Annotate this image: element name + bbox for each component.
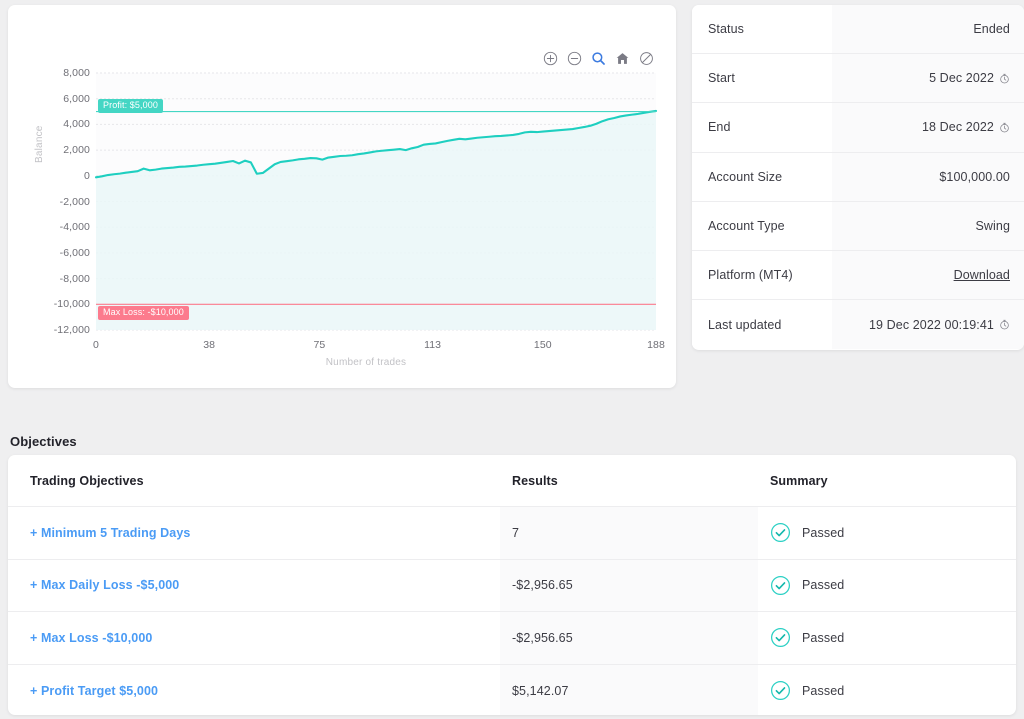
info-row: End 18 Dec 2022: [692, 103, 1024, 152]
info-row-value: 5 Dec 2022: [832, 54, 1024, 102]
info-row: Platform (MT4) Download: [692, 251, 1024, 300]
info-row-value: $100,000.00: [832, 153, 1024, 201]
check-circle-icon: [770, 522, 791, 543]
objectives-table-row: + Max Daily Loss -$5,000 -$2,956.65 Passed: [8, 560, 1016, 613]
objective-cell: + Max Daily Loss -$5,000: [8, 560, 500, 612]
column-header-trading-objectives: Trading Objectives: [8, 455, 500, 506]
result-value: -$2,956.65: [512, 631, 573, 645]
objective-expand-link[interactable]: + Max Daily Loss -$5,000: [30, 578, 179, 592]
x-tick-label: 188: [647, 339, 665, 351]
column-header-summary: Summary: [758, 455, 1016, 506]
info-row: Start 5 Dec 2022: [692, 54, 1024, 103]
chart-plot-area[interactable]: Balance 8,0006,0004,0002,0000-2,000-4,00…: [8, 5, 676, 388]
objectives-table-body: + Minimum 5 Trading Days7Passed+ Max Dai…: [8, 507, 1016, 715]
info-row: Account Type Swing: [692, 202, 1024, 251]
objective-expand-link[interactable]: + Profit Target $5,000: [30, 684, 158, 698]
info-row: Last updated 19 Dec 2022 00:19:41: [692, 300, 1024, 349]
summary-cell: Passed: [758, 665, 1016, 715]
info-row-value-text: 5 Dec 2022: [929, 71, 994, 85]
objective-expand-link[interactable]: + Minimum 5 Trading Days: [30, 526, 190, 540]
summary-cell: Passed: [758, 612, 1016, 664]
objectives-table-header: Trading Objectives Results Summary: [8, 455, 1016, 507]
result-cell: 7: [500, 507, 758, 559]
info-row-key: Account Type: [692, 202, 832, 250]
objectives-table-row: + Minimum 5 Trading Days 7 Passed: [8, 507, 1016, 560]
balance-chart-card: Balance 8,0006,0004,0002,0000-2,000-4,00…: [8, 5, 676, 388]
x-tick-label: 113: [424, 339, 441, 351]
account-info-card: Status Ended Start 5 Dec 2022 End 18 Dec 2022…: [692, 5, 1024, 350]
info-row-value: 18 Dec 2022: [832, 103, 1024, 151]
info-row-key: Start: [692, 54, 832, 102]
x-tick-label: 0: [93, 339, 99, 351]
chart-x-axis-label: Number of trades: [8, 357, 676, 368]
objective-cell: + Minimum 5 Trading Days: [8, 507, 500, 559]
info-row-value-text: 19 Dec 2022 00:19:41: [869, 318, 994, 332]
info-row-value-text: Swing: [975, 219, 1010, 233]
top-section: Balance 8,0006,0004,0002,0000-2,000-4,00…: [0, 0, 1024, 388]
objectives-heading: Objectives: [10, 434, 77, 449]
info-row-key: Platform (MT4): [692, 251, 832, 299]
info-row-value: Ended: [832, 5, 1024, 53]
clock-icon: [999, 122, 1010, 133]
objectives-table-row: + Max Loss -$10,000 -$2,956.65 Passed: [8, 612, 1016, 665]
clock-icon: [999, 73, 1010, 84]
result-value: $5,142.07: [512, 684, 569, 698]
x-tick-label: 75: [313, 339, 325, 351]
objectives-table-row: + Profit Target $5,000 $5,142.07 Passed: [8, 665, 1016, 715]
summary-status: Passed: [802, 578, 844, 592]
summary-status: Passed: [802, 631, 844, 645]
check-circle-icon: [770, 627, 791, 648]
info-row: Status Ended: [692, 5, 1024, 54]
summary-cell: Passed: [758, 560, 1016, 612]
info-row-value: 19 Dec 2022 00:19:41: [832, 300, 1024, 349]
result-cell: $5,142.07: [500, 665, 758, 715]
info-row-value-text: $100,000.00: [939, 170, 1010, 184]
info-row-value-text: Ended: [973, 22, 1010, 36]
x-tick-label: 150: [534, 339, 552, 351]
check-circle-icon: [770, 680, 791, 701]
result-cell: -$2,956.65: [500, 612, 758, 664]
result-cell: -$2,956.65: [500, 560, 758, 612]
objective-cell: + Max Loss -$10,000: [8, 612, 500, 664]
page-root: Balance 8,0006,0004,0002,0000-2,000-4,00…: [0, 0, 1024, 719]
check-circle-icon: [770, 575, 791, 596]
info-row: Account Size $100,000.00: [692, 153, 1024, 202]
chart-x-axis-ticks: 0 38 75 113 150 188: [8, 5, 676, 388]
summary-status: Passed: [802, 526, 844, 540]
result-value: -$2,956.65: [512, 578, 573, 592]
result-value: 7: [512, 526, 519, 540]
info-row-value: Swing: [832, 202, 1024, 250]
clock-icon: [999, 319, 1010, 330]
x-tick-label: 38: [203, 339, 215, 351]
info-row-key: Last updated: [692, 300, 832, 349]
objective-cell: + Profit Target $5,000: [8, 665, 500, 715]
column-header-results: Results: [500, 455, 758, 506]
info-row-value-text: 18 Dec 2022: [922, 120, 994, 134]
info-row-value[interactable]: Download: [832, 251, 1024, 299]
objective-expand-link[interactable]: + Max Loss -$10,000: [30, 631, 152, 645]
info-row-key: Account Size: [692, 153, 832, 201]
summary-status: Passed: [802, 684, 844, 698]
info-row-key: End: [692, 103, 832, 151]
info-row-key: Status: [692, 5, 832, 53]
objectives-table: Trading Objectives Results Summary + Min…: [8, 455, 1016, 715]
info-row-value-text: Download: [954, 268, 1010, 282]
summary-cell: Passed: [758, 507, 1016, 559]
